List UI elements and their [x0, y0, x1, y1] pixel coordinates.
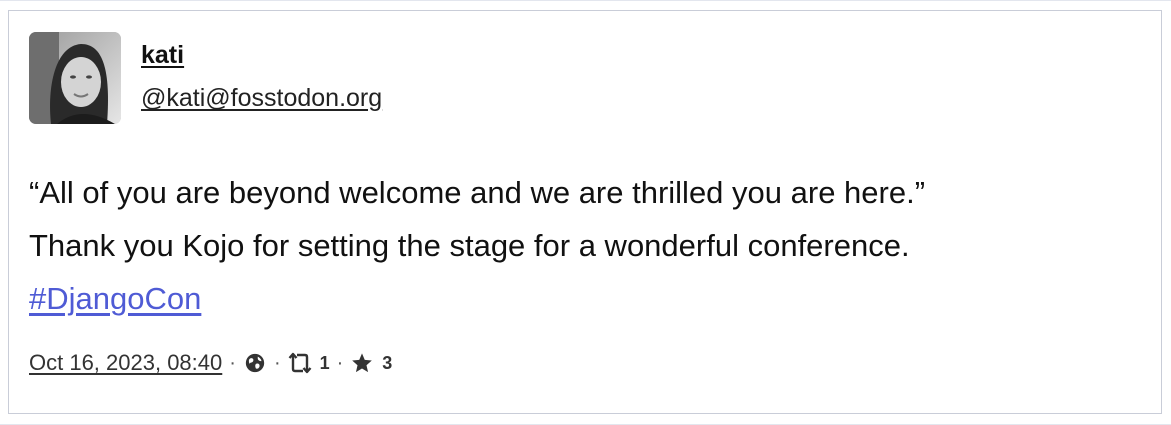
favourite-count: 3 [382, 352, 393, 373]
post-text-line-2: Thank you Kojo for setting the stage for… [29, 228, 910, 263]
avatar[interactable] [29, 32, 121, 124]
globe-icon [243, 351, 267, 375]
post-header: kati @kati@fosstodon.org [29, 32, 382, 124]
author-handle[interactable]: @kati@fosstodon.org [141, 82, 382, 114]
post-content: “All of you are beyond welcome and we ar… [29, 166, 1139, 325]
meta-separator: · [336, 351, 344, 374]
page-top-edge [0, 0, 1171, 1]
hashtag-link[interactable]: #DjangoCon [29, 281, 201, 316]
post-text-line-1: “All of you are beyond welcome and we ar… [29, 175, 926, 210]
boost-icon[interactable] [288, 351, 312, 375]
meta-separator: · [229, 351, 236, 374]
author-display-name[interactable]: kati [141, 40, 184, 70]
post-timestamp[interactable]: Oct 16, 2023, 08:40 [29, 350, 222, 376]
author-names: kati @kati@fosstodon.org [141, 32, 382, 114]
post-hashtag-line: #DjangoCon [29, 272, 1139, 325]
boost-count: 1 [319, 352, 330, 373]
star-icon[interactable] [350, 351, 374, 375]
avatar-photo [29, 32, 121, 124]
post-meta: Oct 16, 2023, 08:40 · · 1 · 3 [29, 345, 392, 381]
meta-separator: · [273, 351, 281, 374]
